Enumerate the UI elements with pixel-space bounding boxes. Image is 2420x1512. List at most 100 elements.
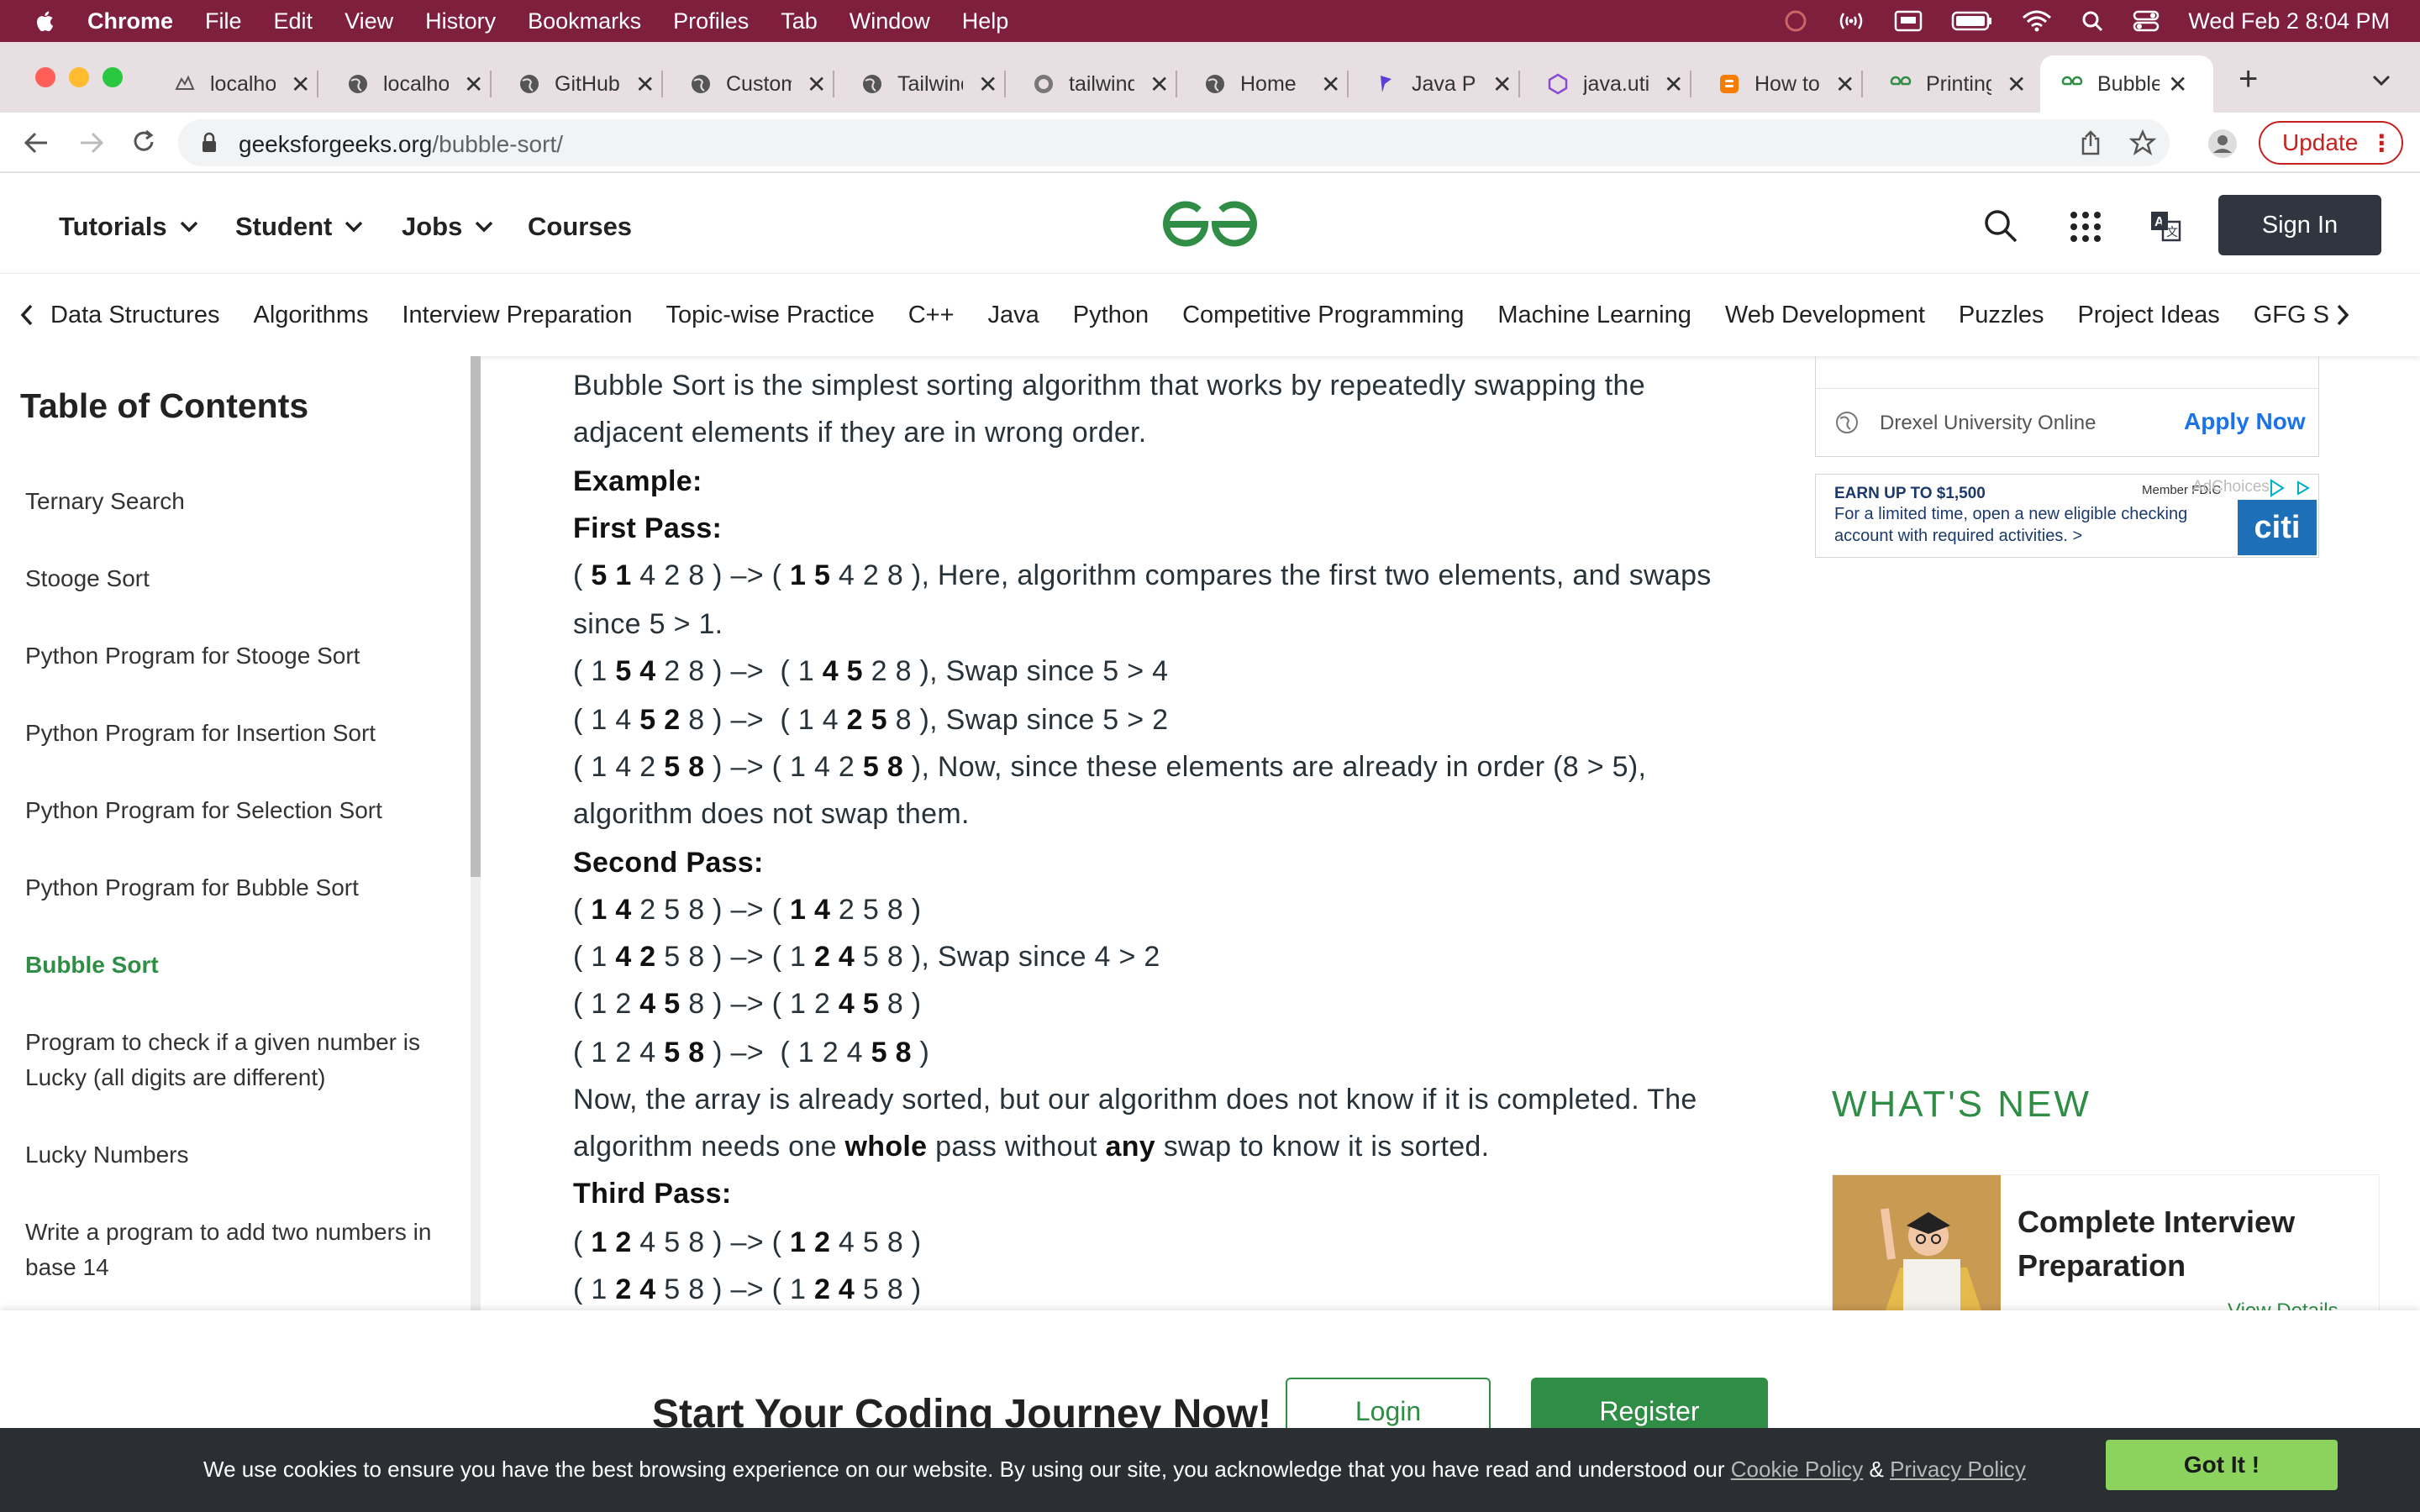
nav-jobs[interactable]: Jobs	[402, 212, 494, 242]
gfg-logo[interactable]	[1160, 198, 1260, 250]
toc-item[interactable]: Stooge Sort	[25, 561, 445, 596]
category-link[interactable]: Data Structures	[50, 302, 219, 329]
category-link[interactable]: Project Ideas	[2077, 302, 2219, 329]
browser-tab[interactable]: Java P ✕	[1375, 55, 1521, 113]
menu-view[interactable]: View	[345, 8, 393, 34]
register-button[interactable]: Register	[1531, 1378, 1768, 1428]
battery-icon[interactable]	[1951, 10, 1993, 32]
category-link[interactable]: Machine Learning	[1497, 302, 1691, 329]
url-text[interactable]: geeksforgeeks.org/bubble-sort/	[239, 131, 563, 158]
toc-item[interactable]: Program to check if a given number is Lu…	[25, 1025, 445, 1095]
category-link[interactable]: Java	[988, 302, 1039, 329]
menu-window[interactable]: Window	[850, 8, 930, 34]
browser-tab[interactable]: java.util ✕	[1546, 55, 1692, 113]
browser-tab[interactable]: localhost ✕	[173, 55, 319, 113]
cookie-policy-link[interactable]: Cookie Policy	[1731, 1457, 1864, 1482]
toc-item[interactable]: Ternary Search	[25, 484, 445, 519]
close-tab-icon[interactable]: ✕	[1150, 71, 1169, 98]
browser-tab[interactable]: Home ✕	[1203, 55, 1349, 113]
apps-grid-icon[interactable]	[2069, 210, 2102, 244]
category-link[interactable]: Algorithms	[253, 302, 368, 329]
toc-item[interactable]: Python Program for Selection Sort	[25, 793, 445, 828]
close-tab-icon[interactable]: ✕	[291, 71, 310, 98]
drexel-ad[interactable]: Drexel University Online Apply Now	[1815, 356, 2319, 457]
menu-file[interactable]: File	[205, 8, 242, 34]
toc-item[interactable]: Write a program to add two numbers in ba…	[25, 1215, 445, 1285]
citi-ad[interactable]: EARN UP TO $1,500 Member FDIC AdChoices …	[1815, 474, 2319, 558]
browser-tab-active[interactable]: Bubble ✕	[2040, 55, 2213, 113]
browser-tab[interactable]: Custom ✕	[689, 55, 835, 113]
menu-tab[interactable]: Tab	[781, 8, 818, 34]
broadcast-icon[interactable]	[1837, 8, 1865, 34]
card-title[interactable]: Complete Interview Preparation	[2018, 1200, 2370, 1288]
screen-record-icon[interactable]	[1783, 8, 1808, 34]
apple-icon[interactable]	[35, 10, 54, 32]
browser-tab[interactable]: GitHub ✕	[518, 55, 664, 113]
forward-icon[interactable]	[77, 129, 106, 156]
adchoices-icon[interactable]	[2268, 478, 2315, 498]
category-link[interactable]: Python	[1073, 302, 1149, 329]
category-link[interactable]: C++	[908, 302, 955, 329]
lock-icon[interactable]	[200, 131, 218, 155]
reload-icon[interactable]	[129, 128, 158, 156]
toc-item[interactable]: Python Program for Stooge Sort	[25, 638, 445, 674]
close-window-button[interactable]	[35, 67, 55, 87]
login-button[interactable]: Login	[1286, 1378, 1491, 1428]
new-tab-icon[interactable]: +	[2238, 60, 2258, 98]
menubar-clock[interactable]: Wed Feb 2 8:04 PM	[2188, 8, 2390, 34]
whats-new-card[interactable]: Complete Interview Preparation View Deta…	[1832, 1174, 2380, 1317]
adchoices-label[interactable]: AdChoices	[2192, 478, 2270, 496]
menu-profiles[interactable]: Profiles	[673, 8, 749, 34]
nav-tutorials[interactable]: Tutorials	[59, 212, 199, 242]
update-button[interactable]: Update ⋮	[2259, 121, 2403, 165]
wifi-icon[interactable]	[2022, 9, 2052, 33]
toc-item[interactable]: Python Program for Insertion Sort	[25, 716, 445, 751]
close-tab-icon[interactable]: ✕	[978, 71, 997, 98]
close-tab-icon[interactable]: ✕	[1321, 71, 1340, 98]
close-tab-icon[interactable]: ✕	[2168, 71, 2187, 98]
browser-tab[interactable]: How to ✕	[1718, 55, 1864, 113]
cookie-accept-button[interactable]: Got It !	[2106, 1440, 2338, 1490]
keyboard-input-icon[interactable]	[1894, 9, 1923, 33]
translate-icon[interactable]: A文	[2149, 210, 2181, 242]
menu-help[interactable]: Help	[962, 8, 1009, 34]
toc-scrollbar-thumb[interactable]	[471, 356, 481, 877]
category-link[interactable]: Competitive Programming	[1182, 302, 1464, 329]
category-link[interactable]: Topic-wise Practice	[666, 302, 875, 329]
zoom-window-button[interactable]	[103, 67, 123, 87]
address-bar[interactable]: geeksforgeeks.org/bubble-sort/	[178, 119, 2170, 166]
category-link[interactable]: GFG S	[2254, 302, 2329, 329]
spotlight-search-icon[interactable]	[2081, 9, 2104, 33]
close-tab-icon[interactable]: ✕	[1835, 71, 1854, 98]
toc-item[interactable]: Python Program for Bubble Sort	[25, 870, 445, 906]
nav-student[interactable]: Student	[235, 212, 364, 242]
browser-tab[interactable]: Tailwind ✕	[860, 55, 1007, 113]
menu-app-chrome[interactable]: Chrome	[87, 8, 173, 34]
menu-edit[interactable]: Edit	[274, 8, 313, 34]
kebab-menu-icon[interactable]: ⋮	[2370, 129, 2393, 157]
profile-avatar-icon[interactable]	[2207, 128, 2238, 160]
chevron-right-icon[interactable]	[2334, 302, 2351, 328]
control-center-icon[interactable]	[2133, 9, 2160, 33]
category-link[interactable]: Interview Preparation	[402, 302, 632, 329]
toc-item[interactable]: Lucky Numbers	[25, 1137, 445, 1173]
browser-tab[interactable]: Printing ✕	[1889, 55, 2026, 113]
close-tab-icon[interactable]: ✕	[1664, 71, 1683, 98]
apply-now-button[interactable]: Apply Now	[2184, 408, 2306, 435]
close-tab-icon[interactable]: ✕	[807, 71, 826, 98]
nav-courses[interactable]: Courses	[528, 212, 632, 242]
close-tab-icon[interactable]: ✕	[2007, 71, 2026, 98]
close-tab-icon[interactable]: ✕	[1492, 71, 1512, 98]
search-icon[interactable]	[1983, 208, 2018, 244]
menu-bookmarks[interactable]: Bookmarks	[528, 8, 641, 34]
back-icon[interactable]	[22, 129, 50, 156]
chevron-left-icon[interactable]	[18, 302, 35, 328]
sign-in-button[interactable]: Sign In	[2218, 195, 2381, 255]
share-icon[interactable]	[2079, 129, 2102, 156]
category-link[interactable]: Puzzles	[1959, 302, 2044, 329]
privacy-policy-link[interactable]: Privacy Policy	[1890, 1457, 2026, 1482]
close-tab-icon[interactable]: ✕	[635, 71, 655, 98]
menu-history[interactable]: History	[425, 8, 496, 34]
category-link[interactable]: Web Development	[1725, 302, 1925, 329]
minimize-window-button[interactable]	[69, 67, 89, 87]
